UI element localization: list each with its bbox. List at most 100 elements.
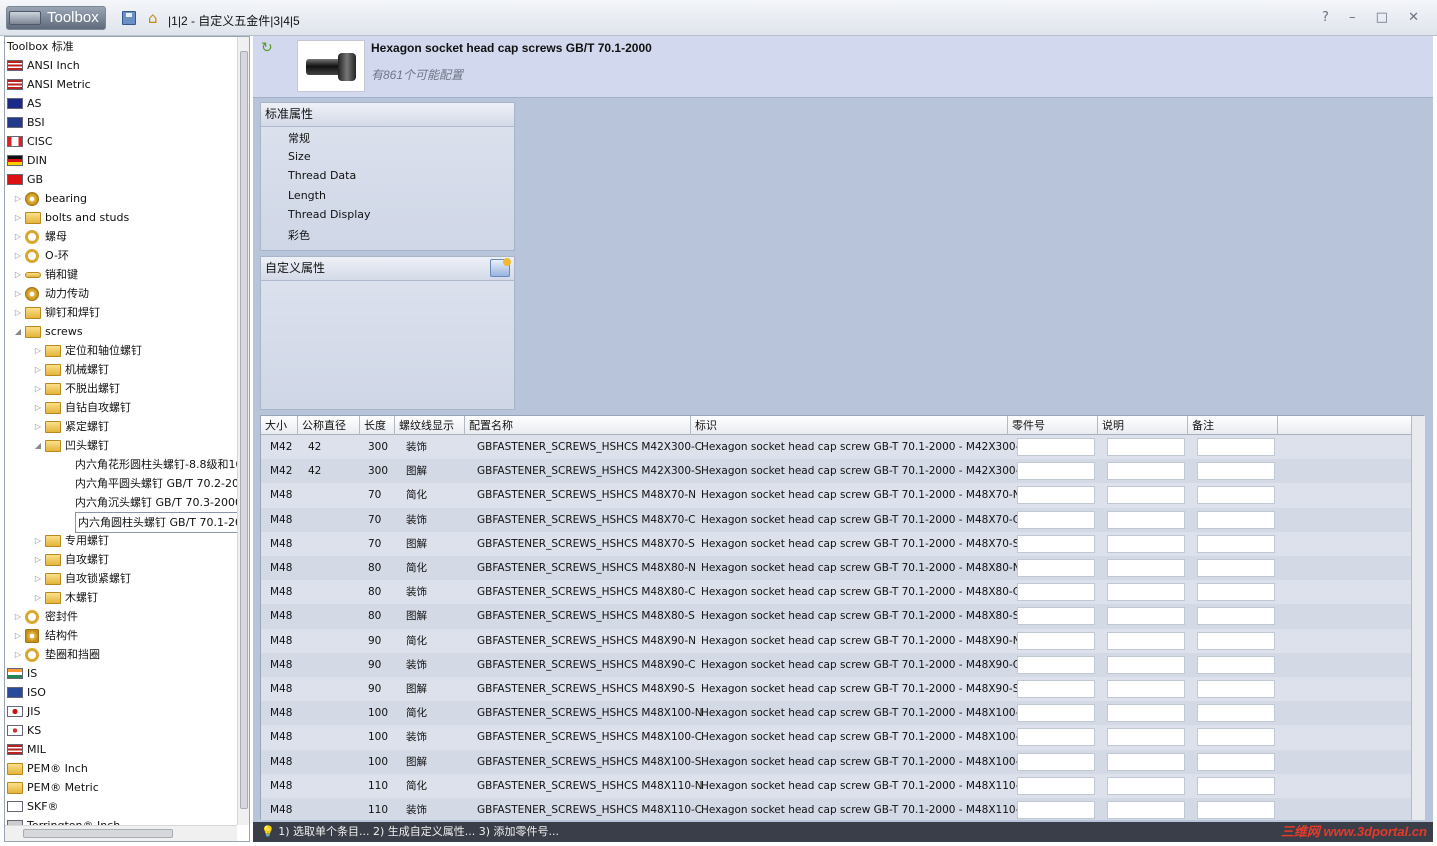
- tree-item[interactable]: ▷ 铆钉和焊钉: [5, 303, 237, 322]
- part-number-input[interactable]: [1017, 559, 1095, 577]
- tree-item[interactable]: ▷ 密封件: [5, 607, 237, 626]
- tree-item[interactable]: ▷ 自攻螺钉: [5, 550, 237, 569]
- tree-item[interactable]: PEM® Inch: [5, 759, 237, 778]
- tree-item[interactable]: ▷ 不脱出螺钉: [5, 379, 237, 398]
- expand-arrow-icon[interactable]: ▷: [33, 379, 43, 398]
- part-number-input[interactable]: [1017, 752, 1095, 771]
- tree-scroll-thumb[interactable]: [240, 51, 248, 809]
- comment-input[interactable]: [1197, 704, 1275, 723]
- part-number-input[interactable]: [1017, 655, 1095, 674]
- expand-arrow-icon[interactable]: ▷: [13, 246, 23, 265]
- tree-item[interactable]: ▷ 垫圈和挡圈: [5, 645, 237, 664]
- prop-color[interactable]: 彩色: [288, 227, 310, 243]
- description-input[interactable]: [1107, 583, 1185, 602]
- tree-item[interactable]: SKF®: [5, 797, 237, 816]
- description-input[interactable]: [1107, 486, 1185, 505]
- table-row[interactable]: M48 90 装饰 GBFASTENER_SCREWS_HSHCS M48X90-C H…: [261, 652, 1411, 677]
- table-row[interactable]: M48 80 装饰 GBFASTENER_SCREWS_HSHCS M48X80-C H…: [261, 580, 1411, 605]
- expand-arrow-icon[interactable]: ▷: [13, 227, 23, 246]
- part-number-input[interactable]: [1017, 534, 1095, 553]
- tree-item[interactable]: ▷ 专用螺钉: [5, 531, 237, 550]
- col-nominal-diameter[interactable]: 公称直径: [298, 416, 360, 435]
- prop-thread-data[interactable]: Thread Data: [288, 169, 356, 182]
- comment-input[interactable]: [1197, 534, 1275, 553]
- table-row[interactable]: M48 70 图解 GBFASTENER_SCREWS_HSHCS M48X70-S H…: [261, 531, 1411, 556]
- comment-input[interactable]: [1197, 438, 1275, 456]
- table-row[interactable]: M48 100 装饰 GBFASTENER_SCREWS_HSHCS M48X100-…: [261, 725, 1411, 750]
- expand-arrow-icon[interactable]: ▷: [13, 189, 23, 208]
- comment-input[interactable]: [1197, 752, 1275, 771]
- tree-hscroll-thumb[interactable]: [23, 829, 173, 838]
- save-icon[interactable]: [122, 11, 136, 25]
- description-input[interactable]: [1107, 559, 1185, 577]
- tree-item[interactable]: ANSI Metric: [5, 75, 237, 94]
- part-number-input[interactable]: [1017, 510, 1095, 529]
- description-input[interactable]: [1107, 704, 1185, 723]
- description-input[interactable]: [1107, 801, 1185, 819]
- comment-input[interactable]: [1197, 510, 1275, 529]
- part-number-input[interactable]: [1017, 680, 1095, 698]
- comment-input[interactable]: [1197, 486, 1275, 505]
- expand-arrow-icon[interactable]: ▷: [13, 208, 23, 227]
- expand-arrow-icon[interactable]: ▷: [13, 303, 23, 322]
- table-row[interactable]: M48 110 简化 GBFASTENER_SCREWS_HSHCS M48X110-…: [261, 773, 1411, 798]
- tree-item[interactable]: AS: [5, 94, 237, 113]
- col-size[interactable]: 大小: [261, 416, 298, 435]
- part-number-input[interactable]: [1017, 704, 1095, 723]
- table-row[interactable]: M48 90 简化 GBFASTENER_SCREWS_HSHCS M48X90-N H…: [261, 628, 1411, 653]
- expand-arrow-icon[interactable]: ▷: [13, 284, 23, 303]
- table-row[interactable]: M48 100 简化 GBFASTENER_SCREWS_HSHCS M48X100-…: [261, 701, 1411, 726]
- description-input[interactable]: [1107, 728, 1185, 747]
- table-row[interactable]: M48 80 图解 GBFASTENER_SCREWS_HSHCS M48X80-S H…: [261, 604, 1411, 629]
- tree-item[interactable]: 内六角沉头螺钉 GB/T 70.3-2000: [5, 493, 237, 512]
- description-input[interactable]: [1107, 752, 1185, 771]
- tree-item[interactable]: Toolbox 标准: [5, 37, 237, 56]
- comment-input[interactable]: [1197, 728, 1275, 747]
- tree-item[interactable]: ▷ bearing: [5, 189, 237, 208]
- part-number-input[interactable]: [1017, 607, 1095, 626]
- description-input[interactable]: [1107, 680, 1185, 698]
- expand-arrow-icon[interactable]: ▷: [33, 398, 43, 417]
- tree-item[interactable]: Torrington® Inch: [5, 816, 237, 825]
- tree-item[interactable]: ▷ 机械螺钉: [5, 360, 237, 379]
- comment-input[interactable]: [1197, 559, 1275, 577]
- table-vertical-scrollbar[interactable]: [1411, 416, 1425, 820]
- col-config-name[interactable]: 配置名称: [465, 416, 691, 435]
- tree-item[interactable]: ▷ 紧定螺钉: [5, 417, 237, 436]
- col-comment[interactable]: 备注: [1188, 416, 1278, 435]
- part-number-input[interactable]: [1017, 801, 1095, 819]
- expand-arrow-icon[interactable]: ▷: [33, 341, 43, 360]
- tree-item[interactable]: ◢ 凹头螺钉: [5, 436, 237, 455]
- tree-item[interactable]: MIL: [5, 740, 237, 759]
- expand-arrow-icon[interactable]: ▷: [33, 417, 43, 436]
- description-input[interactable]: [1107, 438, 1185, 456]
- tree-item[interactable]: ISO: [5, 683, 237, 702]
- tree-item[interactable]: ▷ O-环: [5, 246, 237, 265]
- part-number-input[interactable]: [1017, 462, 1095, 481]
- refresh-icon[interactable]: ↻: [261, 40, 277, 56]
- tree-item[interactable]: JIS: [5, 702, 237, 721]
- expand-arrow-icon[interactable]: ▷: [13, 607, 23, 626]
- part-number-input[interactable]: [1017, 728, 1095, 747]
- description-input[interactable]: [1107, 655, 1185, 674]
- tree-item[interactable]: ▷ 自攻锁紧螺钉: [5, 569, 237, 588]
- table-row[interactable]: M48 100 图解 GBFASTENER_SCREWS_HSHCS M48X100-…: [261, 749, 1411, 774]
- expand-arrow-icon[interactable]: ▷: [13, 265, 23, 284]
- comment-input[interactable]: [1197, 583, 1275, 602]
- description-input[interactable]: [1107, 462, 1185, 481]
- part-number-input[interactable]: [1017, 631, 1095, 650]
- table-row[interactable]: M48 90 图解 GBFASTENER_SCREWS_HSHCS M48X90-S H…: [261, 677, 1411, 702]
- tab-5[interactable]: 5: [293, 14, 300, 28]
- tree-item[interactable]: ▷ 定位和轴位螺钉: [5, 341, 237, 360]
- table-row[interactable]: M48 80 简化 GBFASTENER_SCREWS_HSHCS M48X80-N H…: [261, 556, 1411, 581]
- tree-item[interactable]: IS: [5, 664, 237, 683]
- expand-arrow-icon[interactable]: ▷: [33, 569, 43, 588]
- tree-item[interactable]: ▷ 销和键: [5, 265, 237, 284]
- tree-item[interactable]: ▷ 动力传动: [5, 284, 237, 303]
- toolbox-logo[interactable]: Toolbox: [6, 6, 106, 30]
- description-input[interactable]: [1107, 607, 1185, 626]
- comment-input[interactable]: [1197, 462, 1275, 481]
- comment-input[interactable]: [1197, 680, 1275, 698]
- tree-item[interactable]: ▷ 螺母: [5, 227, 237, 246]
- description-input[interactable]: [1107, 776, 1185, 795]
